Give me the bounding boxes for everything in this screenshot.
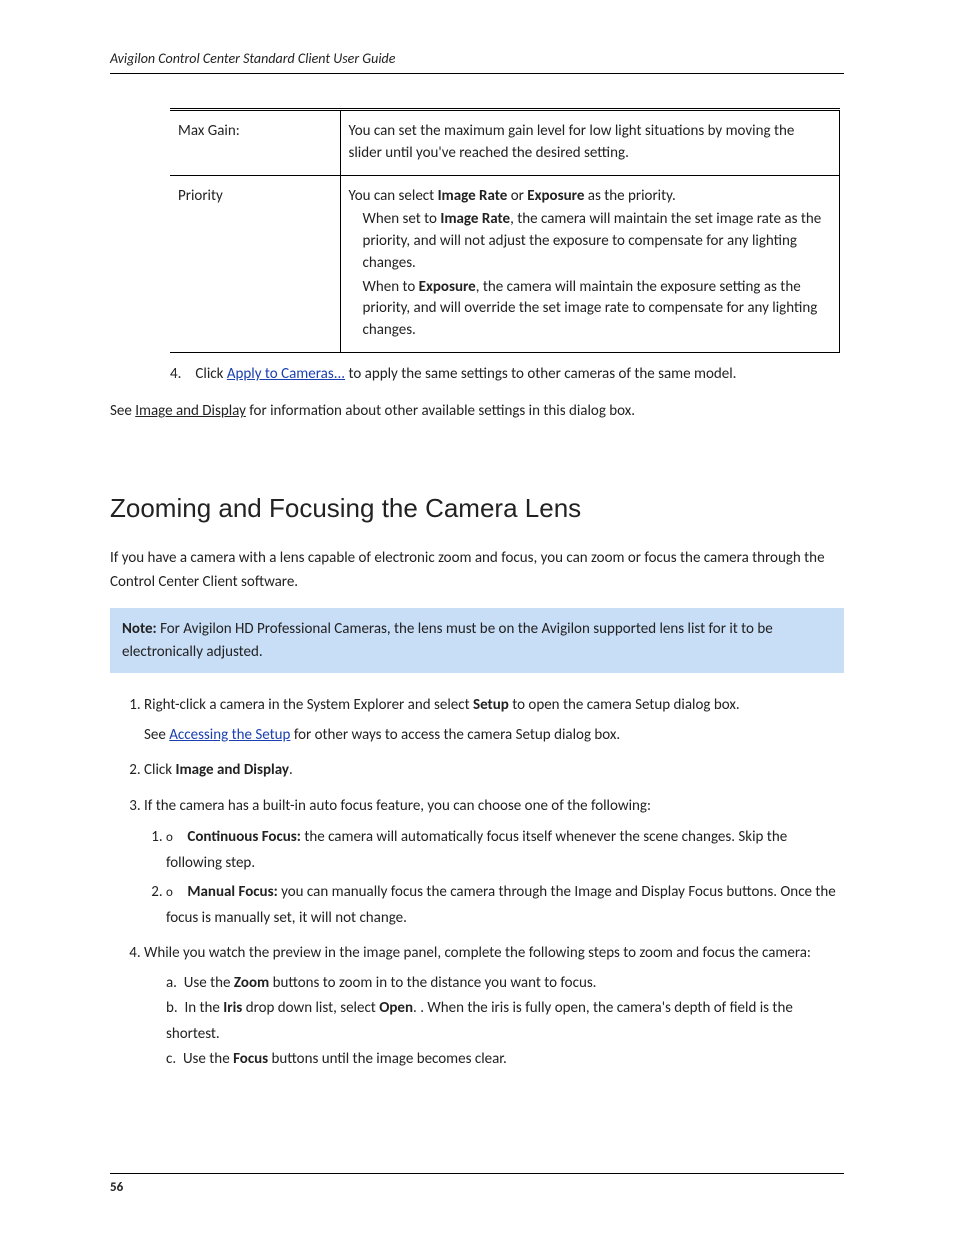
option-bold: Image Rate [440,210,510,228]
table-row: Max Gain: You can set the maximum gain l… [170,110,840,176]
footer-rule [110,1173,844,1174]
text: for information about other available se… [249,402,635,420]
letter: c. [166,1050,176,1068]
note-box: Note: For Avigilon HD Professional Camer… [110,608,844,673]
page-number: 56 [110,1180,844,1195]
table-row: Priority You can select Image Rate or Ex… [170,175,840,352]
sub-step: b. In the Iris drop down list, select Op… [166,996,844,1047]
bold: Iris [223,999,242,1017]
list-item: While you watch the preview in the image… [144,941,844,1073]
footer: 56 [110,1173,844,1195]
sub-line: When set to Image Rate, the camera will … [349,209,828,274]
option-bold: Exposure [527,187,584,205]
sub-line: When to Exposure, the camera will mainta… [349,277,828,342]
running-header: Avigilon Control Center Standard Client … [110,50,844,67]
text: dialog box. [554,726,620,744]
text: Right-click a camera in the System Explo… [144,696,470,714]
cell-label: Priority [170,175,340,352]
text: to open the camera Setup [512,696,670,714]
reference-underline: Image and Display [135,402,246,420]
note-label: Note: [122,620,157,638]
inner-line: See Accessing the Setup for other ways t… [144,723,844,749]
text: See [110,402,132,420]
text: buttons until the image becomes clear. [272,1050,507,1068]
section-heading: Zooming and Focusing the Camera Lens [110,493,844,524]
text: When to [363,278,416,296]
text: or [511,187,524,205]
text: While you watch the preview in the image… [144,944,811,962]
text: as the priority. [588,187,676,205]
text: If the camera has a built-in auto focus … [144,797,651,815]
see-also: See Image and Display for information ab… [110,399,844,423]
list-item: If the camera has a built-in auto focus … [144,794,844,932]
procedure-list: Right-click a camera in the System Explo… [144,693,844,1073]
letter: b. [166,999,178,1017]
list-item: Right-click a camera in the System Explo… [144,693,844,748]
text: buttons to zoom in to the distance you w… [273,974,597,992]
text: Use the [183,1050,230,1068]
text: See [144,726,166,744]
list-item: Manual Focus: you can manually focus the… [166,880,844,931]
link-apply-to-cameras[interactable]: Apply to Cameras... [227,365,345,383]
text: Click [144,761,172,779]
bold: Zoom [234,974,269,992]
note-text: For Avigilon HD Professional Cameras, th… [122,620,773,661]
bold: Image and Display [175,761,289,779]
bold: Setup [473,696,509,714]
step-4: 4. Click Apply to Cameras... to apply th… [170,363,844,386]
bold: Manual Focus: [187,883,277,901]
cell-desc: You can select Image Rate or Exposure as… [340,175,840,352]
cell-desc: You can set the maximum gain level for l… [340,110,840,176]
sub-step: a. Use the Zoom buttons to zoom in to th… [166,971,844,997]
text: drop down list, select [246,999,376,1017]
letter: a. [166,974,177,992]
option-bold: Exposure [419,278,476,296]
text: dialog box. [674,696,740,714]
list-item: Click Image and Display. [144,758,844,784]
text: When set to [363,210,437,228]
text: to apply the same settings to other came… [348,365,736,383]
header-rule [110,73,844,74]
lettered-steps: a. Use the Zoom buttons to zoom in to th… [144,971,844,1073]
bold: Open [379,999,413,1017]
settings-table: Max Gain: You can set the maximum gain l… [170,108,844,353]
list-item: Continuous Focus: the camera will automa… [166,825,844,876]
text: In the [184,999,219,1017]
sub-list: Continuous Focus: the camera will automa… [144,825,844,931]
option-bold: Image Rate [438,187,508,205]
text: Use the [184,974,231,992]
bold: Focus [233,1050,268,1068]
step-number: 4. [170,363,192,386]
cell-label: Max Gain: [170,110,340,176]
intro-paragraph: If you have a camera with a lens capable… [110,546,844,594]
sub-step: c. Use the Focus buttons until the image… [166,1047,844,1073]
text: Click [195,365,223,383]
bold: Continuous Focus: [187,828,301,846]
text: for other ways to access the camera Setu… [294,726,551,744]
link-accessing-setup[interactable]: Accessing the Setup [169,726,290,744]
text: You can select [349,187,435,205]
